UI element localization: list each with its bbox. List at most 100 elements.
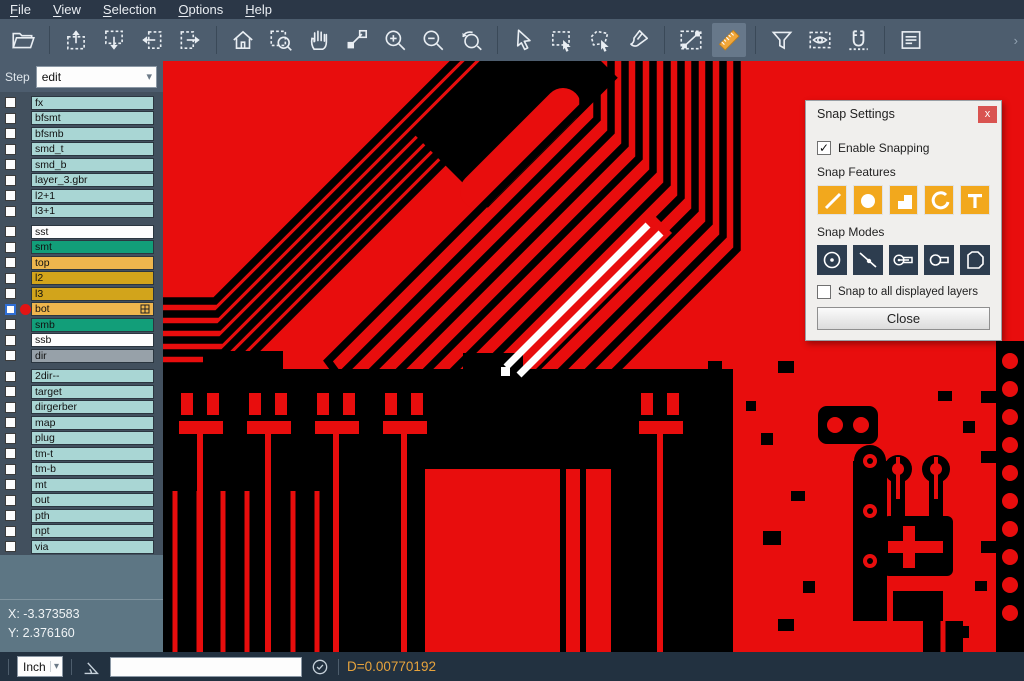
eye-region-button[interactable]	[803, 23, 837, 57]
layer-label[interactable]: smb	[31, 318, 154, 332]
zoom-area-button[interactable]	[340, 23, 374, 57]
layer-label[interactable]: layer_3.gbr	[31, 173, 154, 187]
layer-row-pth[interactable]: pth	[0, 508, 163, 524]
layer-label[interactable]: dirgerber	[31, 400, 154, 414]
measure-input[interactable]	[110, 657, 302, 677]
layer-checkbox[interactable]	[5, 144, 16, 155]
select-polygon-button[interactable]	[583, 23, 617, 57]
pan-left-button[interactable]	[135, 23, 169, 57]
layer-row-npt[interactable]: npt	[0, 524, 163, 540]
layer-label[interactable]: l3	[31, 287, 154, 301]
snap-feature-surface-button[interactable]	[889, 185, 919, 215]
menu-item-file[interactable]: File	[10, 2, 31, 17]
layer-checkbox[interactable]	[5, 433, 16, 444]
layer-row-via[interactable]: via	[0, 539, 163, 555]
layer-label[interactable]: mt	[31, 478, 154, 492]
layer-checkbox[interactable]	[5, 371, 16, 382]
layer-checkbox[interactable]	[5, 97, 16, 108]
layer-checkbox[interactable]	[5, 304, 16, 315]
step-select[interactable]: edit ▾	[36, 66, 157, 88]
layer-checkbox[interactable]	[5, 479, 16, 490]
home-view-button[interactable]	[226, 23, 260, 57]
layer-label[interactable]: bfsmb	[31, 127, 154, 141]
layer-row-mt[interactable]: mt	[0, 477, 163, 493]
layer-label[interactable]: bot	[31, 302, 154, 316]
layer-label[interactable]: out	[31, 493, 154, 507]
layer-row-target[interactable]: target	[0, 384, 163, 400]
pan-right-button[interactable]	[173, 23, 207, 57]
layers-report-button[interactable]	[894, 23, 928, 57]
magnet-snap-button[interactable]	[841, 23, 875, 57]
layer-label[interactable]: fx	[31, 96, 154, 110]
layer-label[interactable]: tm-t	[31, 447, 154, 461]
layer-label[interactable]: map	[31, 416, 154, 430]
select-rectangle-button[interactable]	[545, 23, 579, 57]
pan-down-button[interactable]	[97, 23, 131, 57]
layer-row-dirgerber[interactable]: dirgerber	[0, 400, 163, 416]
layer-checkbox[interactable]	[5, 402, 16, 413]
layer-checkbox[interactable]	[5, 175, 16, 186]
menu-item-selection[interactable]: Selection	[103, 2, 156, 17]
pan-hand-button[interactable]	[302, 23, 336, 57]
layer-checkbox[interactable]	[5, 288, 16, 299]
layer-row-bot[interactable]: bot	[0, 302, 163, 318]
open-folder-button[interactable]	[6, 23, 40, 57]
layer-row-2dir--[interactable]: 2dir--	[0, 369, 163, 385]
enable-snapping-row[interactable]: ✓ Enable Snapping	[817, 141, 990, 155]
layer-checkbox[interactable]	[5, 113, 16, 124]
layer-checkbox[interactable]	[5, 257, 16, 268]
zoom-window-button[interactable]	[264, 23, 298, 57]
layer-label[interactable]: 2dir--	[31, 369, 154, 383]
layer-checkbox[interactable]	[5, 417, 16, 428]
layer-checkbox[interactable]	[5, 226, 16, 237]
layer-label[interactable]: sst	[31, 225, 154, 239]
layer-checkbox[interactable]	[5, 541, 16, 552]
layer-label[interactable]: dir	[31, 349, 154, 363]
layer-row-l2[interactable]: l2	[0, 271, 163, 287]
snap-feature-arc-button[interactable]	[924, 185, 954, 215]
layer-row-plug[interactable]: plug	[0, 431, 163, 447]
layer-checkbox[interactable]	[5, 242, 16, 253]
layer-row-tm-b[interactable]: tm-b	[0, 462, 163, 478]
snap-mode-center-button[interactable]	[817, 245, 847, 275]
snap-mode-slot-outline-button[interactable]	[924, 245, 954, 275]
snap-mode-nearest-button[interactable]	[853, 245, 883, 275]
layer-label[interactable]: npt	[31, 524, 154, 538]
select-arrow-button[interactable]	[507, 23, 541, 57]
filter-button[interactable]	[765, 23, 799, 57]
snap-feature-pad-button[interactable]	[853, 185, 883, 215]
layer-row-fx[interactable]: fx	[0, 95, 163, 111]
layer-row-out[interactable]: out	[0, 493, 163, 509]
zoom-out-button[interactable]	[416, 23, 450, 57]
dialog-close-button[interactable]: x	[978, 106, 997, 123]
layer-checkbox[interactable]	[5, 190, 16, 201]
layer-row-smt[interactable]: smt	[0, 240, 163, 256]
toolbar-overflow-chevron[interactable]: ›	[1014, 33, 1018, 48]
layer-row-l3[interactable]: l3	[0, 286, 163, 302]
layer-row-smd_t[interactable]: smd_t	[0, 142, 163, 158]
menu-item-help[interactable]: Help	[245, 2, 272, 17]
layer-label[interactable]: smt	[31, 240, 154, 254]
dialog-close-action-button[interactable]: Close	[817, 307, 990, 330]
layer-checkbox[interactable]	[5, 464, 16, 475]
layer-row-bfsmt[interactable]: bfsmt	[0, 111, 163, 127]
layer-checkbox[interactable]	[5, 510, 16, 521]
layer-checkbox[interactable]	[5, 350, 16, 361]
layer-row-smb[interactable]: smb	[0, 317, 163, 333]
layer-row-smd_b[interactable]: smd_b	[0, 157, 163, 173]
pan-up-button[interactable]	[59, 23, 93, 57]
layer-checkbox[interactable]	[5, 319, 16, 330]
pcb-canvas[interactable]: Snap Settings x ✓ Enable Snapping Snap F…	[163, 61, 1024, 652]
snap-all-layers-row[interactable]: Snap to all displayed layers	[817, 285, 990, 299]
snap-feature-line-button[interactable]	[817, 185, 847, 215]
layer-checkbox[interactable]	[5, 526, 16, 537]
layer-label[interactable]: tm-b	[31, 462, 154, 476]
measure-line-button[interactable]	[674, 23, 708, 57]
unit-select[interactable]: Inch ▾	[17, 656, 63, 677]
snap-feature-text-button[interactable]	[960, 185, 990, 215]
menu-item-options[interactable]: Options	[178, 2, 223, 17]
layer-label[interactable]: top	[31, 256, 154, 270]
layer-checkbox[interactable]	[5, 159, 16, 170]
menu-item-view[interactable]: View	[53, 2, 81, 17]
layer-label[interactable]: target	[31, 385, 154, 399]
